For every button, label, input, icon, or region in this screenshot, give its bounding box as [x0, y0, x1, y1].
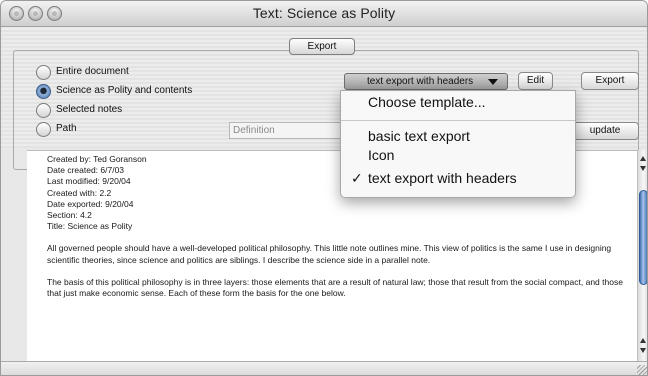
meta-title: Title: Science as Polity [47, 221, 133, 232]
status-bar [1, 361, 647, 375]
radio-label: Path [56, 123, 77, 134]
menu-item-icon[interactable]: Icon [341, 147, 575, 163]
template-dropdown-menu: Choose template... basic text export Ico… [340, 90, 576, 198]
path-input[interactable]: Definition [229, 122, 343, 139]
vertical-scrollbar[interactable] [637, 150, 647, 361]
template-select-value: text export with headers [367, 76, 474, 87]
scroll-down-arrow-icon[interactable] [640, 348, 646, 353]
radio-label: Entire document [56, 66, 129, 77]
title-bar[interactable]: Text: Science as Polity [1, 1, 647, 27]
radio-button-indicator[interactable] [36, 65, 51, 80]
export-button[interactable]: Export [581, 72, 639, 90]
edit-template-button[interactable]: Edit [518, 72, 553, 90]
scroll-up-arrow-icon[interactable] [640, 156, 646, 161]
radio-label: Science as Polity and contents [56, 85, 193, 96]
scroll-down-arrow-icon[interactable] [640, 166, 646, 171]
window: Text: Science as Polity Export Entire do… [0, 0, 648, 376]
scroll-up-arrow-icon[interactable] [640, 338, 646, 343]
template-select[interactable]: text export with headers [344, 73, 508, 90]
meta-section: Section: 4.2 [47, 210, 92, 221]
menu-separator [341, 120, 575, 121]
tab-export[interactable]: Export [289, 38, 355, 55]
meta-date-exported: Date exported: 9/20/04 [47, 198, 134, 209]
menu-item-choose-template[interactable]: Choose template... [341, 94, 575, 110]
radio-button-indicator[interactable] [36, 84, 51, 99]
resize-grip-icon[interactable] [637, 365, 647, 375]
radio-button-indicator[interactable] [36, 103, 51, 118]
window-title: Text: Science as Polity [252, 5, 396, 21]
menu-item-text-export-with-headers[interactable]: text export with headers [341, 170, 575, 186]
update-button[interactable]: update [571, 122, 639, 140]
menu-item-basic-text-export[interactable]: basic text export [341, 128, 575, 144]
paragraph: All governed people should have a well-d… [47, 243, 612, 265]
scroll-thumb[interactable] [639, 190, 647, 285]
radio-button-indicator[interactable] [36, 122, 51, 137]
paragraph: The basis of this political philosophy i… [47, 276, 623, 299]
popup-arrow-icon [488, 79, 498, 85]
radio-label: Selected notes [56, 104, 123, 115]
